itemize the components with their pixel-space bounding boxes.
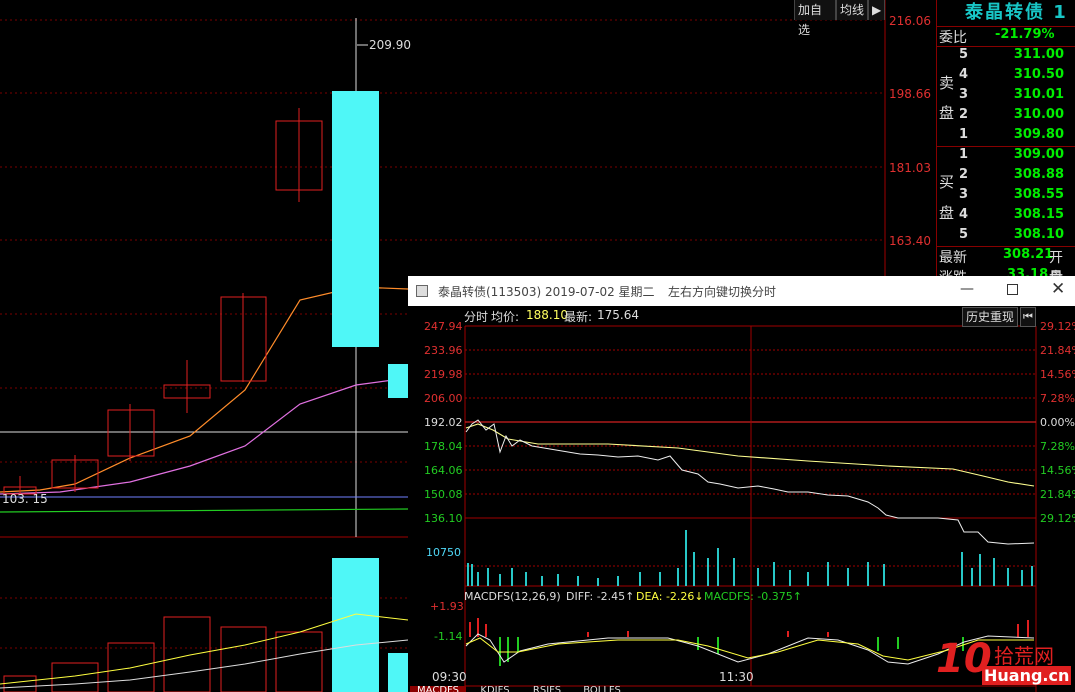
popup-hint: 左右方向键切换分时 [668, 285, 777, 299]
price-axis-label: 181.03 [889, 161, 931, 175]
sell-level-row[interactable]: 5 311.00 [937, 47, 1075, 67]
intraday-chart [464, 325, 1037, 692]
watermark-logo: 10 拾荒网 Huang.cn [930, 636, 1072, 690]
price-axis-label: 216.06 [889, 14, 931, 28]
volume-bar [388, 653, 408, 692]
volume-bar [220, 626, 267, 692]
left-axis-label: 164.06 [424, 464, 463, 477]
popup-titlebar[interactable]: 泰晶转债(113503) 2019-07-02 星期二 左右方向键切换分时 — … [408, 276, 1075, 306]
add-watchlist-button[interactable]: 加自选 [794, 0, 836, 37]
left-axis-label: 247.94 [424, 320, 463, 333]
right-axis-label: 7.28% [1040, 392, 1075, 405]
sell-level-row[interactable]: 1 309.80 [937, 127, 1075, 147]
macd-lower-label: -1.14 [434, 630, 463, 643]
intraday-chart-area[interactable]: 分时 均价: 188.10 最新: 175.64 历史重现 ⏮ 247.94 2… [408, 306, 1075, 692]
right-axis-label: 0.00% [1040, 416, 1075, 429]
volume-bar [332, 558, 379, 692]
right-axis-label: 14.56% [1040, 464, 1075, 477]
volume-axis-label: 10750 [426, 546, 461, 559]
macd-dea-value: DEA: -2.26↓ [636, 590, 704, 603]
watermark-brand-top: 拾荒网 [994, 644, 1054, 668]
weibi-value: -21.79% [995, 27, 1055, 42]
last-price-label: 最新: [564, 310, 593, 324]
ma-line-pink [0, 377, 409, 495]
left-axis-label: 206.00 [424, 392, 463, 405]
macd-name: MACDFS(12,26,9) [464, 590, 561, 603]
close-icon[interactable]: ✕ [1051, 279, 1065, 299]
buy-level-row[interactable]: 1 309.00 [937, 147, 1075, 167]
maximize-icon[interactable] [1007, 284, 1018, 295]
left-axis-label: 233.96 [424, 344, 463, 357]
tab-bollfs[interactable]: BOLLFS [576, 686, 628, 692]
left-axis-label: 178.04 [424, 440, 463, 453]
app-icon [416, 285, 428, 297]
candle [163, 360, 211, 413]
sell-level-row[interactable]: 2 310.00 [937, 107, 1075, 127]
avg-price-value: 188.10 [526, 308, 568, 322]
buy-level-row[interactable]: 5 308.10 [937, 227, 1075, 247]
tab-kdjfs[interactable]: KDJFS [472, 686, 518, 692]
rewind-icon[interactable]: ⏮ [1020, 307, 1036, 327]
left-axis-label: 192.02 [424, 416, 463, 429]
collapse-panel-icon[interactable]: ▶ [868, 0, 885, 20]
latest-row: 最新 308.21 开盘 [937, 247, 1075, 286]
volume-bar [3, 675, 37, 692]
high-price-marker: 209.90 [369, 38, 411, 52]
avg-price-label: 均价: [491, 310, 520, 324]
avg-price-line [465, 423, 1035, 487]
intraday-label: 分时 [464, 310, 489, 324]
volume-bar [163, 616, 211, 692]
candle [220, 293, 267, 382]
price-axis-label: 198.66 [889, 87, 931, 101]
ma-lines-button[interactable]: 均线 [836, 0, 868, 20]
volume-bar [275, 631, 323, 692]
popup-title: 泰晶转债(113503) 2019-07-02 星期二 [438, 285, 655, 299]
buy-level-row[interactable]: 4 308.15 [937, 207, 1075, 227]
macd-upper-label: +1.93 [430, 600, 464, 613]
macd-diff-value: DIFF: -2.45↑ [566, 590, 635, 603]
last-price-value: 175.64 [597, 308, 639, 322]
sell-level-row[interactable]: 3 310.01 [937, 87, 1075, 107]
candle [388, 364, 408, 398]
weibi-row: 委比 -21.79% [937, 27, 1075, 47]
time-label: 11:30 [719, 670, 754, 684]
buy-level-row[interactable]: 3 308.55 [937, 187, 1075, 207]
sell-level-row[interactable]: 4 310.50 [937, 67, 1075, 87]
left-axis-label: 136.10 [424, 512, 463, 525]
minimize-icon[interactable]: — [960, 281, 974, 297]
intraday-popup-window[interactable]: 泰晶转债(113503) 2019-07-02 星期二 左右方向键切换分时 — … [408, 276, 1075, 692]
low-price-marker: 103. 15 [2, 492, 48, 506]
history-replay-button[interactable]: 历史重现 [962, 307, 1019, 327]
candle [275, 108, 323, 202]
latest-label: 最新 [939, 250, 967, 266]
tab-rsifs[interactable]: RSIFS [524, 686, 570, 692]
right-axis-label: 29.12% [1040, 320, 1075, 333]
weibi-label: 委比 [939, 30, 967, 46]
time-label: 09:30 [432, 670, 467, 684]
left-axis-label: 150.08 [424, 488, 463, 501]
security-name: 泰晶转债 1 [965, 2, 1068, 23]
right-axis-label: 21.84% [1040, 488, 1075, 501]
price-axis-label: 163.40 [889, 234, 931, 248]
tab-macdfs[interactable]: MACDFS [410, 686, 466, 692]
ma-line-green [0, 508, 409, 513]
candle [332, 91, 379, 347]
buy-level-row[interactable]: 2 308.88 [937, 167, 1075, 187]
watermark-brand-bottom: Huang.cn [982, 666, 1072, 685]
right-axis-label: 21.84% [1040, 344, 1075, 357]
right-axis-label: 14.56% [1040, 368, 1075, 381]
right-axis-label: 7.28% [1040, 440, 1075, 453]
left-axis-label: 219.98 [424, 368, 463, 381]
price-line [465, 419, 1035, 545]
latest-value: 308.21 [1003, 247, 1054, 262]
macd-histogram-value: MACDFS: -0.375↑ [704, 590, 802, 603]
right-axis-label: 29.12% [1040, 512, 1075, 525]
